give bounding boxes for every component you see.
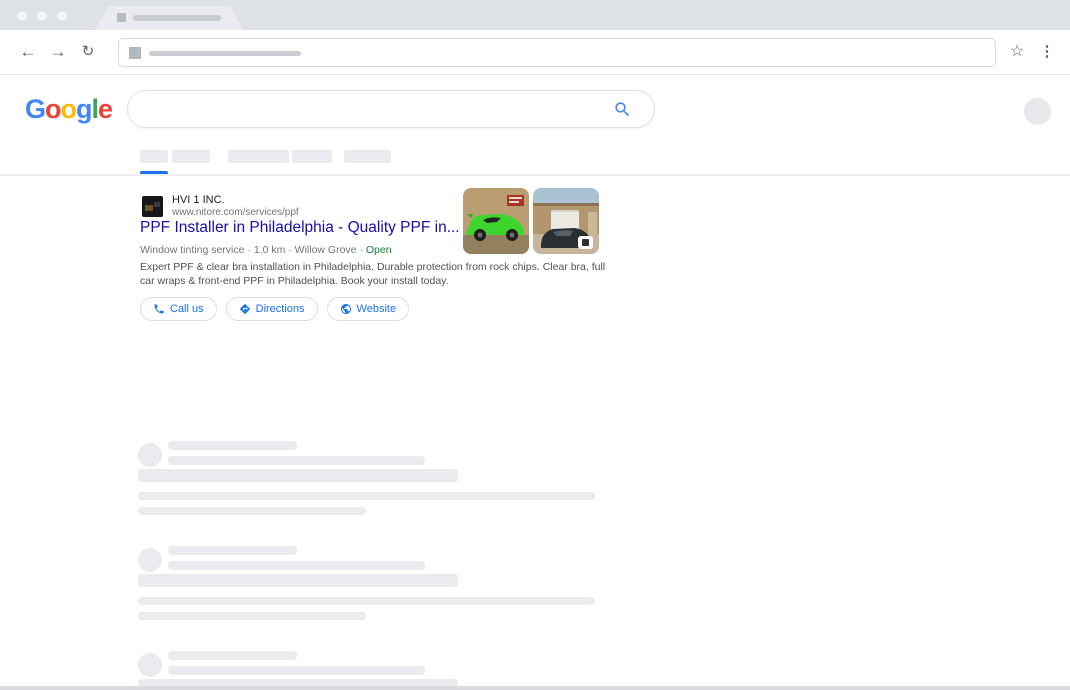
address-text-placeholder <box>149 51 301 56</box>
search-input[interactable] <box>127 90 655 128</box>
logo-letter: G <box>25 94 45 124</box>
meta-distance: 1.0 km <box>254 244 286 256</box>
result-meta-line: Window tinting service · 1.0 km · Willow… <box>140 244 392 256</box>
logo-letter: o <box>61 94 77 124</box>
back-arrow-icon[interactable]: ← <box>16 30 40 75</box>
result-source-name: HVI 1 INC. <box>172 194 225 206</box>
result-description: Expert PPF & clear bra installation in P… <box>140 260 613 288</box>
skeleton-favicon <box>138 548 162 572</box>
results-divider <box>0 174 1070 176</box>
green-sports-car-photo[interactable] <box>463 188 529 254</box>
skeleton-url-line <box>168 561 425 570</box>
meta-category: Window tinting service <box>140 244 244 256</box>
skeleton-title-bar <box>138 469 458 482</box>
skeleton-url-line <box>168 456 425 465</box>
directions-button[interactable]: Directions <box>226 297 318 321</box>
window-control-dot[interactable] <box>57 11 67 21</box>
results-tab-placeholder[interactable] <box>172 150 210 163</box>
skeleton-text-line <box>138 612 366 620</box>
skeleton-result <box>138 546 738 620</box>
google-logo[interactable]: Google <box>25 94 112 125</box>
result-title-link[interactable]: PPF Installer in Philadelphia - Quality … <box>140 219 460 237</box>
browser-toolbar: ← → ↻ ☆ ⋮ <box>0 30 1070 75</box>
call-us-button[interactable]: Call us <box>140 297 217 321</box>
globe-icon <box>340 303 352 315</box>
results-tab-placeholder-active[interactable] <box>140 150 168 163</box>
phone-icon <box>153 303 165 315</box>
browser-tab[interactable] <box>95 6 243 30</box>
search-icon[interactable] <box>613 100 632 119</box>
logo-letter: o <box>45 94 61 124</box>
logo-letter: g <box>76 94 92 124</box>
skeleton-text-line <box>138 597 595 605</box>
result-source-url: www.nitore.com/services/ppf <box>172 207 299 218</box>
tab-title-placeholder <box>133 15 221 21</box>
directions-icon <box>239 303 251 315</box>
window-bottom-edge <box>0 686 1070 690</box>
forward-arrow-icon[interactable]: → <box>46 30 70 75</box>
result-action-buttons: Call us Directions Website <box>140 297 409 321</box>
website-button[interactable]: Website <box>327 297 410 321</box>
call-us-label: Call us <box>170 303 204 315</box>
bookmark-star-icon[interactable]: ☆ <box>1005 30 1029 75</box>
address-bar[interactable] <box>118 38 996 67</box>
meta-open-status: Open <box>366 244 392 256</box>
meta-separator: · <box>247 244 251 256</box>
results-tab-placeholder[interactable] <box>344 150 391 163</box>
skeleton-source-line <box>168 651 297 660</box>
business-favicon <box>142 196 163 217</box>
window-control-dot[interactable] <box>37 11 47 21</box>
skeleton-url-line <box>168 666 425 675</box>
website-label: Website <box>357 303 397 315</box>
skeleton-text-line <box>138 507 366 515</box>
skeleton-source-line <box>168 441 297 450</box>
browser-tabstrip <box>0 0 1070 30</box>
skeleton-favicon <box>138 653 162 677</box>
skeleton-result <box>138 651 738 690</box>
meta-separator: · <box>288 244 292 256</box>
skeleton-text-line <box>138 492 595 500</box>
results-tab-placeholder[interactable] <box>228 150 289 163</box>
tab-favicon-placeholder <box>117 13 126 22</box>
profile-avatar[interactable] <box>1024 98 1051 125</box>
logo-letter: e <box>98 94 112 124</box>
results-tab-placeholder[interactable] <box>292 150 332 163</box>
skeleton-favicon <box>138 443 162 467</box>
skeleton-title-bar <box>138 574 458 587</box>
skeleton-result <box>138 441 738 515</box>
kebab-menu-icon[interactable]: ⋮ <box>1036 30 1058 75</box>
directions-label: Directions <box>256 303 305 315</box>
meta-area: Willow Grove <box>295 244 357 256</box>
skeleton-source-line <box>168 546 297 555</box>
browser-window: ← → ↻ ☆ ⋮ Google HVI 1 INC. www.nitore.c… <box>0 0 1070 690</box>
black-car-garage-photo[interactable] <box>533 188 599 254</box>
window-control-dot[interactable] <box>17 11 27 21</box>
address-favicon-placeholder <box>129 47 141 59</box>
reload-icon[interactable]: ↻ <box>76 30 100 75</box>
meta-separator: · <box>359 244 363 256</box>
